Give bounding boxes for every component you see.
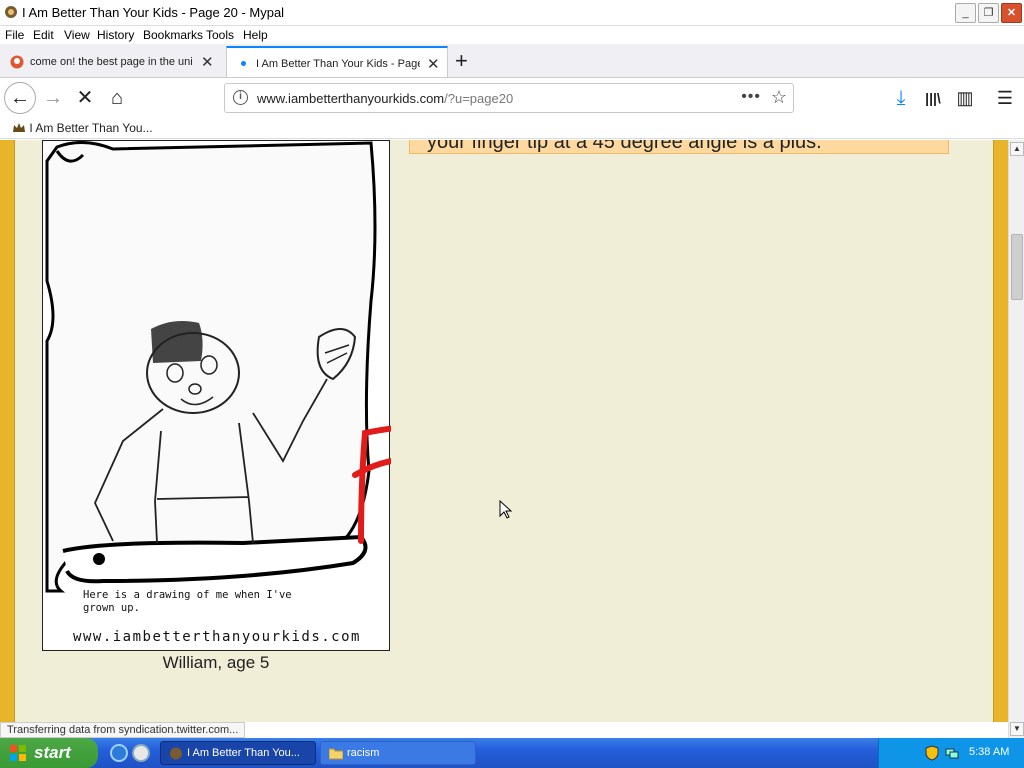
bookmarks-bar: I Am Better Than You... <box>0 117 1024 139</box>
tip-box: your finger tip at a 45 degree angle is … <box>409 140 949 154</box>
bookmark-item[interactable]: I Am Better Than You... <box>12 121 153 135</box>
stop-button[interactable]: ✕ <box>70 83 100 113</box>
menu-edit[interactable]: Edit <box>33 28 54 42</box>
title-bar: I Am Better Than Your Kids - Page 20 - M… <box>0 0 1024 26</box>
hamburger-menu-icon[interactable]: ☰ <box>990 83 1020 113</box>
restore-button[interactable]: ❐ <box>978 3 999 23</box>
page-body: your finger tip at a 45 degree angle is … <box>14 140 994 722</box>
mypal-taskbar-icon <box>170 747 182 760</box>
menu-tools[interactable]: Tools <box>206 28 234 42</box>
close-window-button[interactable]: ✕ <box>1001 3 1022 23</box>
menu-bookmarks[interactable]: Bookmarks <box>143 28 203 42</box>
comic-caption: Here is a drawing of me when I've grown … <box>83 589 292 614</box>
tab-come-on[interactable]: come on! the best page in the uni ✕ <box>0 46 222 77</box>
taskbar-item-browser[interactable]: I Am Better Than You... <box>160 741 316 765</box>
network-icon[interactable] <box>945 746 959 760</box>
artist-caption: William, age 5 <box>162 653 270 672</box>
page-viewport: your finger tip at a 45 degree angle is … <box>0 140 1008 722</box>
windows-logo-icon <box>10 745 26 761</box>
sidebar-icon[interactable]: ▥ <box>950 83 980 113</box>
duckduckgo-icon <box>10 55 24 69</box>
url-bar[interactable]: i www.iambetterthanyourkids.com/?u=page2… <box>224 83 794 113</box>
tab-label: I Am Better Than Your Kids - Page <box>256 58 420 70</box>
taskbar-item-folder[interactable]: racism <box>320 741 476 765</box>
menu-history[interactable]: History <box>97 28 134 42</box>
minimize-button[interactable]: _ <box>955 3 976 23</box>
home-button[interactable]: ⌂ <box>102 83 132 113</box>
url-text[interactable]: www.iambetterthanyourkids.com/?u=page20 <box>257 91 513 106</box>
menu-bar: File Edit View History Bookmarks Tools H… <box>0 26 1024 44</box>
library-icon[interactable]: |||\ <box>918 83 948 113</box>
navigation-bar: ← → ✕ ⌂ i www.iambetterthanyourkids.com/… <box>0 79 1024 117</box>
clock: 5:38 AM <box>969 746 1010 758</box>
taskbar: start I Am Better Than You... racism 5:3… <box>0 738 1024 768</box>
new-tab-button[interactable]: + <box>455 50 468 72</box>
page-actions-icon[interactable]: ••• <box>741 88 761 106</box>
tab-better-than-kids[interactable]: I Am Better Than Your Kids - Page ✕ <box>226 46 448 77</box>
menu-view[interactable]: View <box>64 28 90 42</box>
system-tray: 5:38 AM <box>878 738 1024 768</box>
bookmark-star-icon[interactable]: ☆ <box>771 87 787 108</box>
window-title: I Am Better Than Your Kids - Page 20 - M… <box>22 5 285 20</box>
mouse-cursor-icon <box>499 500 513 519</box>
child-drawing-illustration <box>45 141 391 593</box>
comic-watermark-url: www.iambetterthanyourkids.com <box>73 629 361 645</box>
crown-icon <box>13 123 25 132</box>
vertical-scrollbar[interactable]: ▲ ▼ <box>1008 140 1024 738</box>
menu-help[interactable]: Help <box>243 28 268 42</box>
status-overlay: Transferring data from syndication.twitt… <box>0 722 246 738</box>
outlook-quicklaunch-icon[interactable] <box>132 744 150 762</box>
back-button[interactable]: ← <box>4 82 36 114</box>
menu-file[interactable]: File <box>5 28 24 42</box>
scroll-up-arrow-icon[interactable]: ▲ <box>1010 142 1024 156</box>
scroll-down-arrow-icon[interactable]: ▼ <box>1010 722 1024 736</box>
site-info-icon[interactable]: i <box>233 90 248 105</box>
start-button[interactable]: start <box>0 738 98 768</box>
folder-icon <box>329 748 343 760</box>
tab-close-icon[interactable]: ✕ <box>201 53 214 71</box>
forward-button[interactable]: → <box>38 83 68 113</box>
tip-text: your finger tip at a 45 degree angle is … <box>427 140 822 153</box>
ie-quicklaunch-icon[interactable] <box>110 744 128 762</box>
mypal-app-icon <box>5 6 17 18</box>
tab-strip: come on! the best page in the uni ✕ I Am… <box>0 44 1024 78</box>
loading-dot-icon <box>241 61 246 66</box>
security-shield-icon[interactable] <box>925 745 939 761</box>
tab-close-icon[interactable]: ✕ <box>427 55 440 73</box>
comic-image: Here is a drawing of me when I've grown … <box>42 140 391 651</box>
downloads-icon[interactable]: ⤓ <box>886 83 916 113</box>
tab-label: come on! the best page in the uni <box>30 56 193 68</box>
scroll-thumb[interactable] <box>1011 234 1023 300</box>
